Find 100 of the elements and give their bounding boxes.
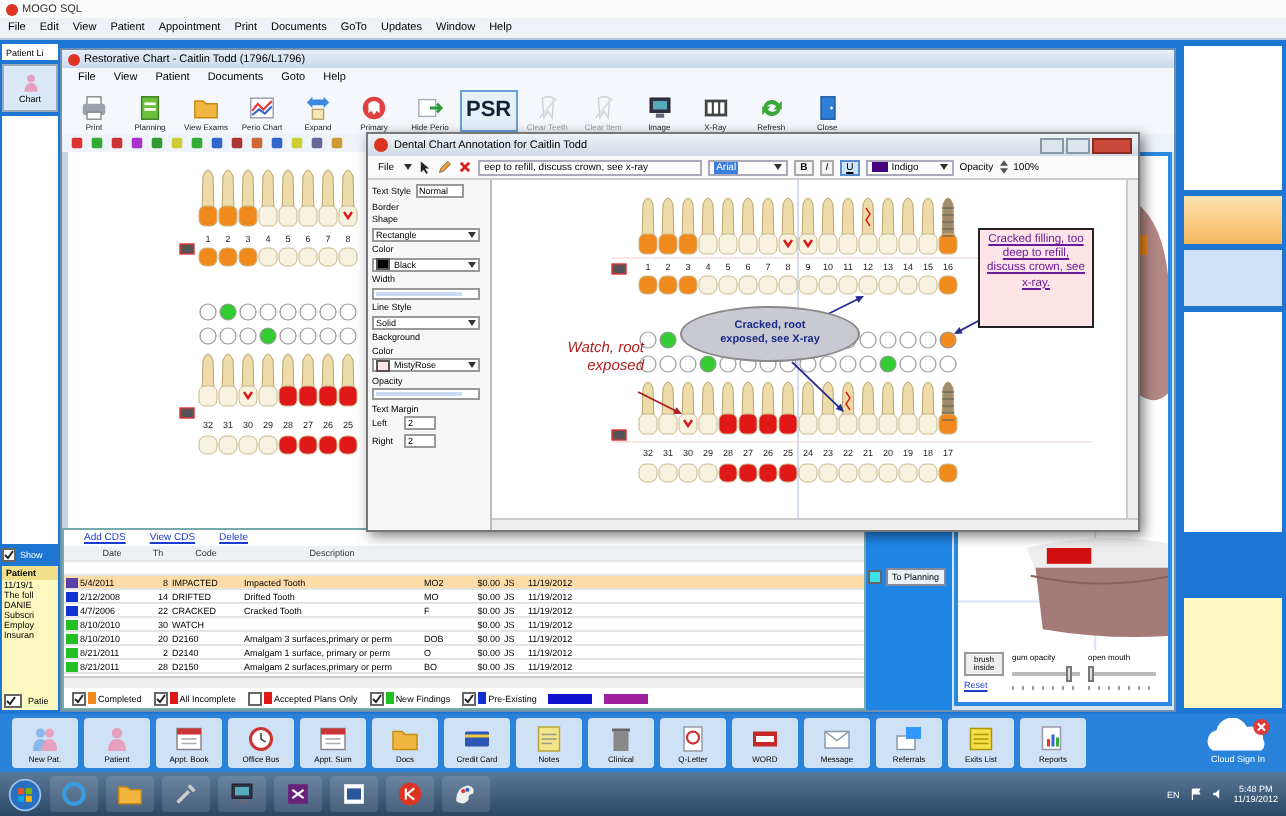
tooth	[658, 197, 678, 255]
value-field[interactable]	[372, 287, 480, 299]
tooth	[218, 169, 238, 227]
tooth	[778, 197, 798, 255]
psr-button[interactable]: PSR	[460, 89, 518, 131]
arrow	[827, 296, 864, 315]
document-icon	[136, 94, 164, 122]
tooth	[658, 381, 678, 435]
delete-icon[interactable]	[458, 160, 473, 174]
checkbox[interactable]	[369, 691, 384, 705]
tooth	[738, 197, 758, 255]
scrollbar[interactable]	[492, 518, 1138, 530]
tooth	[878, 381, 898, 435]
notepad-icon	[534, 723, 564, 753]
tooth	[698, 381, 718, 435]
slider-thumb[interactable]	[1088, 666, 1095, 683]
app-icon	[340, 780, 368, 808]
tooth	[238, 169, 258, 227]
clock-icon	[246, 723, 276, 753]
tooth	[258, 353, 278, 407]
palette-icon	[452, 780, 480, 808]
taskbar-button[interactable]	[162, 776, 210, 812]
arrows-icon	[304, 94, 332, 122]
tooth	[758, 381, 778, 435]
pointer-icon[interactable]	[418, 160, 433, 174]
folder-icon	[192, 94, 220, 122]
tooth	[798, 381, 818, 435]
value-field[interactable]	[372, 388, 480, 400]
minimize-button[interactable]	[1040, 137, 1064, 153]
scrollbar[interactable]	[64, 676, 864, 688]
calendar-icon	[174, 723, 204, 753]
tooth	[838, 197, 858, 255]
crossed-tooth-icon	[533, 94, 562, 122]
tooth	[918, 381, 938, 435]
image-icon[interactable]	[179, 407, 195, 419]
scrollbar[interactable]	[1126, 180, 1138, 518]
pencil-icon[interactable]	[438, 160, 453, 174]
spinner-icon[interactable]	[999, 160, 1008, 174]
tooth	[898, 197, 918, 255]
tooth	[278, 169, 298, 227]
speaker-icon[interactable]	[1211, 788, 1224, 800]
tooth	[698, 197, 718, 255]
tools-icon	[172, 780, 200, 808]
checkbox[interactable]	[153, 691, 168, 705]
tooth	[258, 169, 278, 227]
flag-icon[interactable]	[1189, 788, 1202, 800]
arrow	[954, 319, 981, 334]
checkbox[interactable]	[462, 691, 477, 705]
tooth	[858, 381, 878, 435]
monitor-icon	[645, 94, 674, 122]
slider-thumb[interactable]	[1066, 666, 1073, 683]
taskbar-button[interactable]	[442, 776, 490, 812]
crossed-tooth-icon	[589, 94, 618, 122]
folder-icon	[116, 780, 144, 808]
tooth	[818, 381, 838, 435]
tooth	[678, 381, 698, 435]
printer-icon	[80, 94, 108, 122]
refresh-icon	[757, 94, 786, 122]
arrow	[791, 361, 844, 412]
caret-icon	[468, 362, 476, 368]
tooth	[338, 353, 358, 407]
person-icon	[19, 72, 41, 94]
app-icon	[284, 780, 312, 808]
checkbox[interactable]	[2, 548, 16, 562]
tooth	[218, 353, 238, 407]
tooth	[718, 381, 738, 435]
checkbox[interactable]	[868, 570, 882, 584]
window-icon	[374, 138, 388, 152]
taskbar-button[interactable]	[330, 776, 378, 812]
tooth	[638, 381, 658, 435]
tooth	[718, 197, 738, 255]
caret-icon	[939, 164, 948, 170]
maximize-button[interactable]	[1066, 137, 1090, 153]
arrow	[637, 391, 682, 414]
taskbar-button[interactable]	[218, 776, 266, 812]
chart-icon	[248, 94, 276, 122]
tooth	[778, 381, 798, 435]
start-button[interactable]	[8, 777, 42, 811]
checkbox[interactable]	[248, 691, 263, 705]
taskbar-button[interactable]	[274, 776, 322, 812]
checkbox[interactable]	[72, 691, 86, 705]
referral-icon	[894, 723, 924, 753]
app-logo-icon	[6, 3, 18, 15]
tooth	[318, 353, 338, 407]
tooth	[738, 381, 758, 435]
caret-icon	[468, 319, 476, 325]
taskbar-button[interactable]	[386, 776, 434, 812]
tooth	[938, 197, 958, 255]
image-icon[interactable]	[611, 429, 627, 441]
tooth	[638, 197, 658, 255]
calendar-icon	[318, 723, 348, 753]
caret-icon	[774, 164, 783, 170]
bin-icon	[606, 723, 636, 753]
image-icon[interactable]	[179, 243, 195, 255]
checkbox[interactable]	[4, 694, 22, 708]
tooth	[938, 381, 958, 435]
close-button[interactable]	[1092, 137, 1132, 153]
image-icon[interactable]	[611, 263, 627, 275]
taskbar-button[interactable]	[106, 776, 154, 812]
cloud-icon[interactable]	[1202, 718, 1274, 754]
